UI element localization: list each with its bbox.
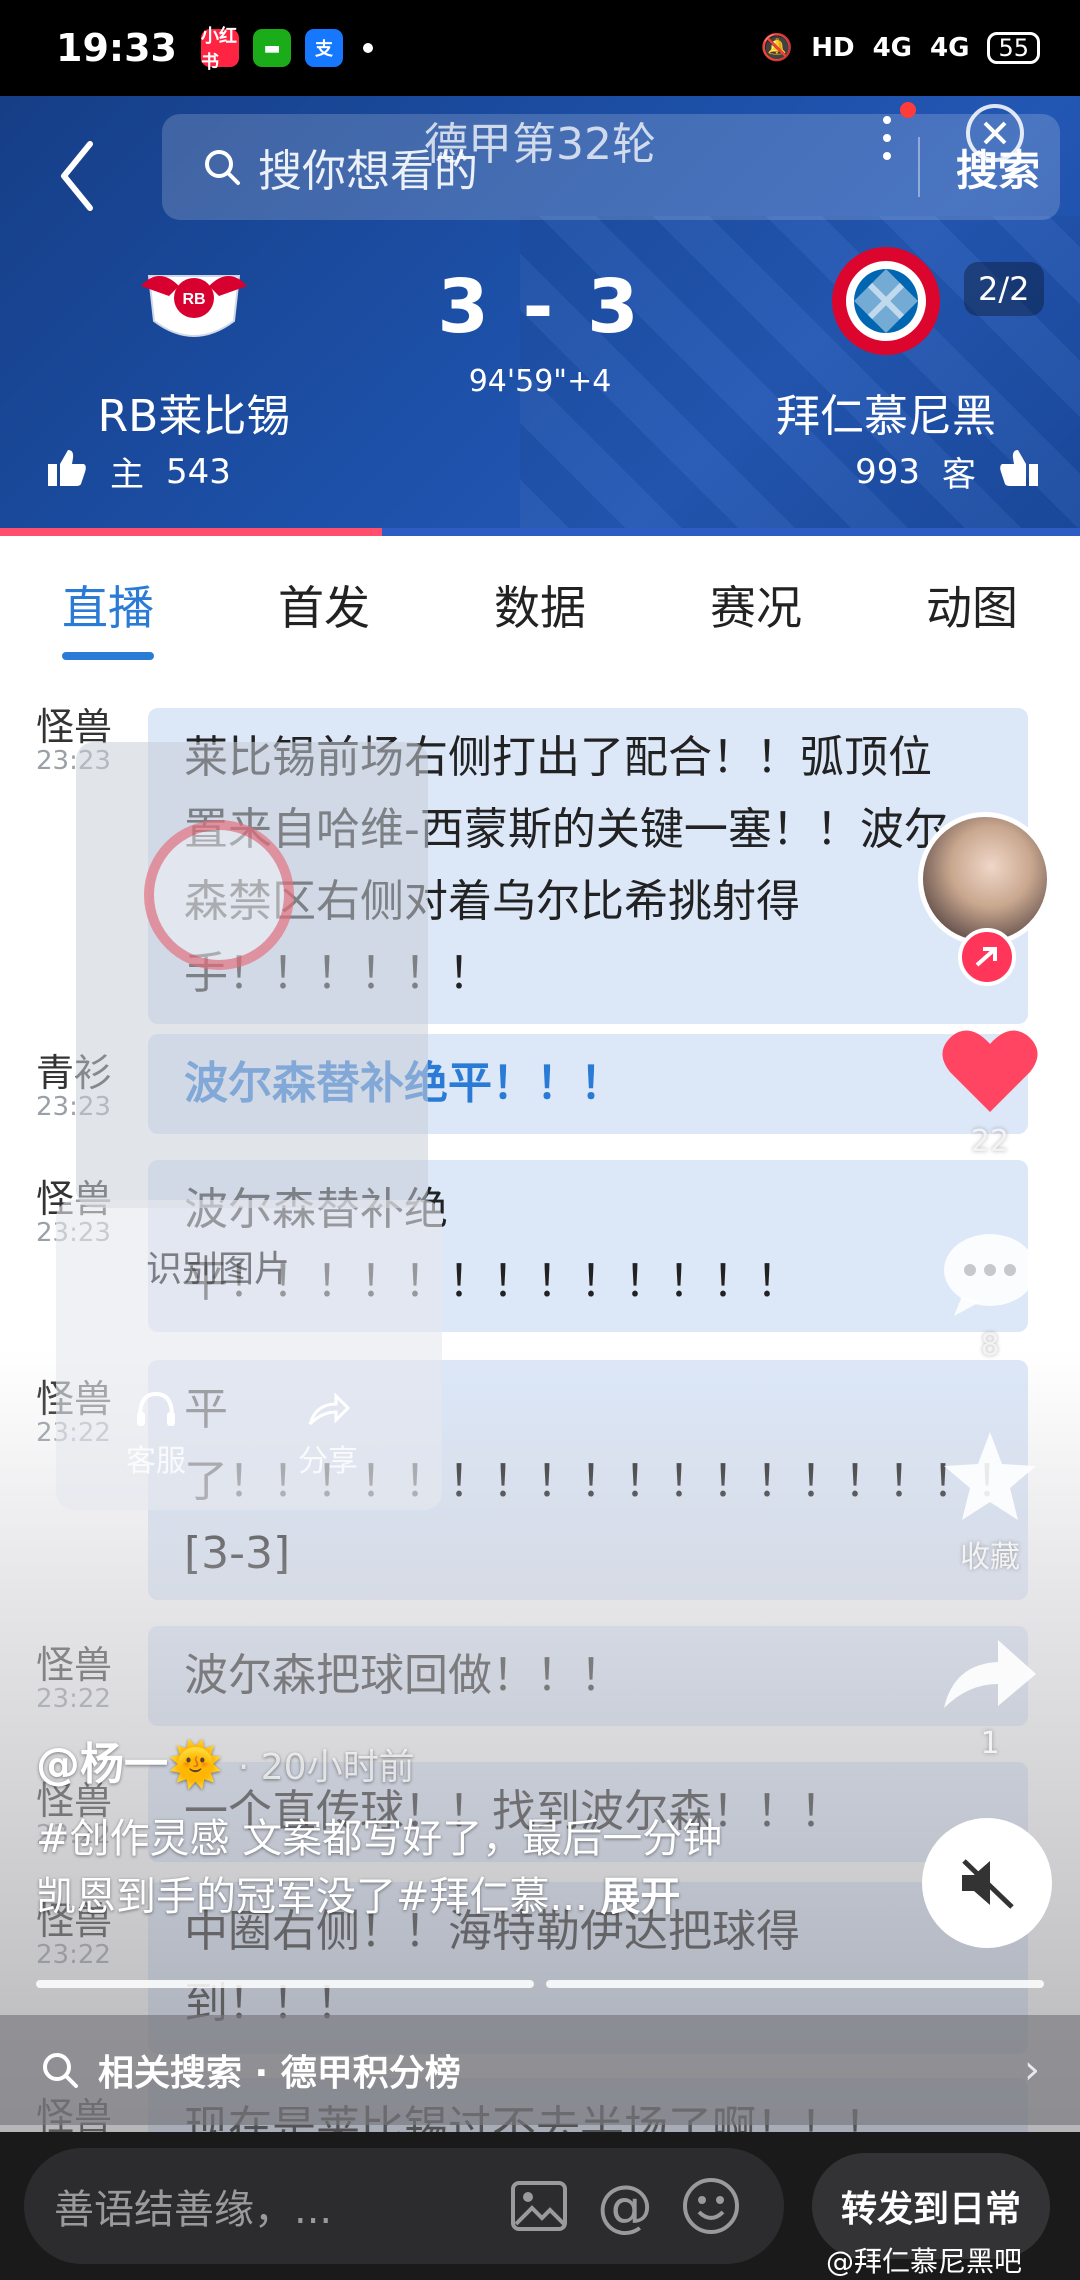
recognize-image-button[interactable]: 识别图片 bbox=[146, 1240, 290, 1292]
screenshot-thumbnail[interactable] bbox=[76, 742, 428, 1208]
away-label: 客 bbox=[942, 455, 976, 495]
watermark: @拜仁慕尼黑吧 bbox=[826, 2245, 1023, 2278]
home-team[interactable]: RB RB莱比锡 bbox=[44, 246, 344, 444]
search-icon bbox=[205, 150, 240, 185]
signal-4g-2-icon: 4G bbox=[930, 33, 970, 63]
away-team-name: 拜仁慕尼黑 bbox=[776, 391, 996, 442]
customer-service-button[interactable]: 客服 bbox=[126, 1390, 186, 1480]
away-like-button[interactable]: 993 客 bbox=[855, 446, 1040, 497]
caption-text: #创作灵感 文案都写好了，最后一分钟 凯恩到手的冠军没了#拜仁慕... 展开 bbox=[36, 1810, 856, 1926]
home-team-name: RB莱比锡 bbox=[97, 391, 291, 442]
related-search-label: 相关搜索 · 德甲积分榜 bbox=[98, 2053, 461, 2094]
tab-bar: 直播 首发 数据 赛况 动图 bbox=[0, 536, 1080, 666]
like-count: 22 bbox=[970, 1124, 1010, 1159]
video-progress-segment-1 bbox=[36, 1980, 534, 1988]
share-toolbox-label: 分享 bbox=[298, 1444, 358, 1479]
comment-input[interactable]: 善语结善缘，... @ bbox=[24, 2148, 784, 2264]
notification-dot bbox=[362, 43, 373, 53]
search-icon bbox=[43, 2053, 78, 2088]
chevron-right-icon: › bbox=[1024, 2047, 1040, 2093]
mute-button[interactable] bbox=[922, 1818, 1052, 1948]
bayern-munich-logo-icon bbox=[821, 246, 951, 356]
alipay-app-icon: 支 bbox=[304, 29, 343, 67]
away-likes-count: 993 bbox=[855, 451, 920, 492]
tab-lineup[interactable]: 首发 bbox=[216, 536, 432, 666]
home-support-fill bbox=[0, 528, 383, 536]
customer-service-label: 客服 bbox=[126, 1444, 186, 1479]
close-icon[interactable] bbox=[966, 104, 1024, 162]
share-icon bbox=[944, 1640, 1036, 1708]
creator-name[interactable]: @杨一🌞 bbox=[36, 1739, 223, 1790]
signal-4g-icon: 4G bbox=[872, 33, 913, 63]
search-placeholder[interactable]: 搜你想看的 bbox=[258, 135, 478, 199]
rb-leipzig-logo-icon: RB bbox=[129, 246, 259, 356]
battery-icon: 55 bbox=[987, 32, 1040, 64]
mention-icon[interactable]: @ bbox=[582, 2174, 668, 2239]
screenshot-toolbox: 识别图片 客服 分享 bbox=[56, 1200, 442, 1510]
score-board: 3 - 3 94'59"+4 bbox=[390, 264, 690, 399]
emoji-icon[interactable] bbox=[668, 2176, 754, 2236]
score: 3 - 3 bbox=[437, 264, 643, 350]
follow-button[interactable] bbox=[958, 928, 1016, 986]
tab-gifs[interactable]: 动图 bbox=[864, 536, 1080, 666]
mute-bell-icon: 🔕 bbox=[760, 33, 794, 63]
page-indicator: 2/2 bbox=[964, 262, 1044, 316]
star-icon bbox=[944, 1432, 1036, 1520]
comment-count: 8 bbox=[980, 1328, 1000, 1363]
status-bar: 19:33 小红书 ▬ 支 🔕 HD 4G 4G 55 bbox=[0, 0, 1080, 96]
favorite-action[interactable]: 收藏 bbox=[930, 1428, 1050, 1576]
comment-action[interactable]: 8 bbox=[930, 1230, 1050, 1363]
video-progress[interactable] bbox=[36, 1980, 1044, 1988]
message-time: 23:22 bbox=[36, 1940, 111, 1970]
home-like-button[interactable]: 主 543 bbox=[46, 446, 231, 497]
share-toolbox-button[interactable]: 分享 bbox=[298, 1390, 358, 1480]
notification-dot bbox=[900, 102, 916, 118]
message-app-icon: ▬ bbox=[252, 29, 291, 67]
speaker-muted-icon bbox=[962, 1859, 1014, 1909]
related-search-bar[interactable]: 相关搜索 · 德甲积分榜 › bbox=[0, 2015, 1080, 2125]
thumbs-up-icon bbox=[46, 446, 88, 497]
comment-placeholder: 善语结善缘，... bbox=[54, 2187, 333, 2233]
comment-bubble-icon bbox=[944, 1234, 1036, 1316]
share-arrow-icon bbox=[308, 1392, 350, 1426]
share-count: 1 bbox=[980, 1726, 1000, 1761]
message-bubble: 波尔森把球回做！！！ bbox=[148, 1626, 1028, 1726]
more-menu-icon[interactable] bbox=[872, 110, 902, 170]
headset-icon bbox=[137, 1391, 175, 1426]
match-clock: 94'59"+4 bbox=[468, 364, 612, 399]
back-icon[interactable] bbox=[50, 136, 110, 216]
match-header: 德甲第32轮 搜你想看的 搜索 RB RB莱比锡 3 - 3 94'59"+4 bbox=[0, 96, 1080, 536]
bayern-crest-icon bbox=[144, 820, 294, 970]
favorite-label: 收藏 bbox=[960, 1540, 1020, 1575]
tab-live[interactable]: 直播 bbox=[0, 536, 216, 666]
support-bar bbox=[0, 528, 1080, 536]
heart-icon bbox=[942, 1030, 1038, 1112]
thumbs-up-icon bbox=[998, 446, 1040, 497]
message-author: 怪兽 bbox=[36, 1643, 113, 1687]
follow-arrow-icon bbox=[975, 947, 997, 967]
post-time: · 20小时前 bbox=[237, 1747, 415, 1788]
video-progress-segment-2 bbox=[546, 1980, 1044, 1988]
home-label: 主 bbox=[110, 455, 144, 495]
search-divider bbox=[917, 137, 920, 197]
status-time: 19:33 bbox=[56, 26, 177, 70]
creator-avatar[interactable] bbox=[918, 812, 1052, 946]
like-action[interactable]: 22 bbox=[930, 1026, 1050, 1159]
hd-icon: HD bbox=[811, 33, 855, 63]
tab-stats[interactable]: 数据 bbox=[432, 536, 648, 666]
share-action[interactable]: 1 bbox=[930, 1628, 1050, 1761]
xiaohongshu-app-icon: 小红书 bbox=[200, 26, 239, 73]
expand-link[interactable]: 展开 bbox=[600, 1874, 680, 1920]
message-time: 23:22 bbox=[36, 1684, 111, 1714]
battery-level: 55 bbox=[998, 34, 1029, 62]
video-caption: @杨一🌞 · 20小时前 #创作灵感 文案都写好了，最后一分钟 凯恩到手的冠军没… bbox=[36, 1728, 856, 1926]
svg-text:RB: RB bbox=[182, 291, 205, 308]
search-bar[interactable]: 搜你想看的 搜索 bbox=[162, 114, 1060, 220]
image-icon[interactable] bbox=[496, 2180, 582, 2232]
tab-events[interactable]: 赛况 bbox=[648, 536, 864, 666]
status-indicators: 🔕 HD 4G 4G 55 bbox=[761, 32, 1040, 64]
home-likes-count: 543 bbox=[166, 451, 231, 492]
